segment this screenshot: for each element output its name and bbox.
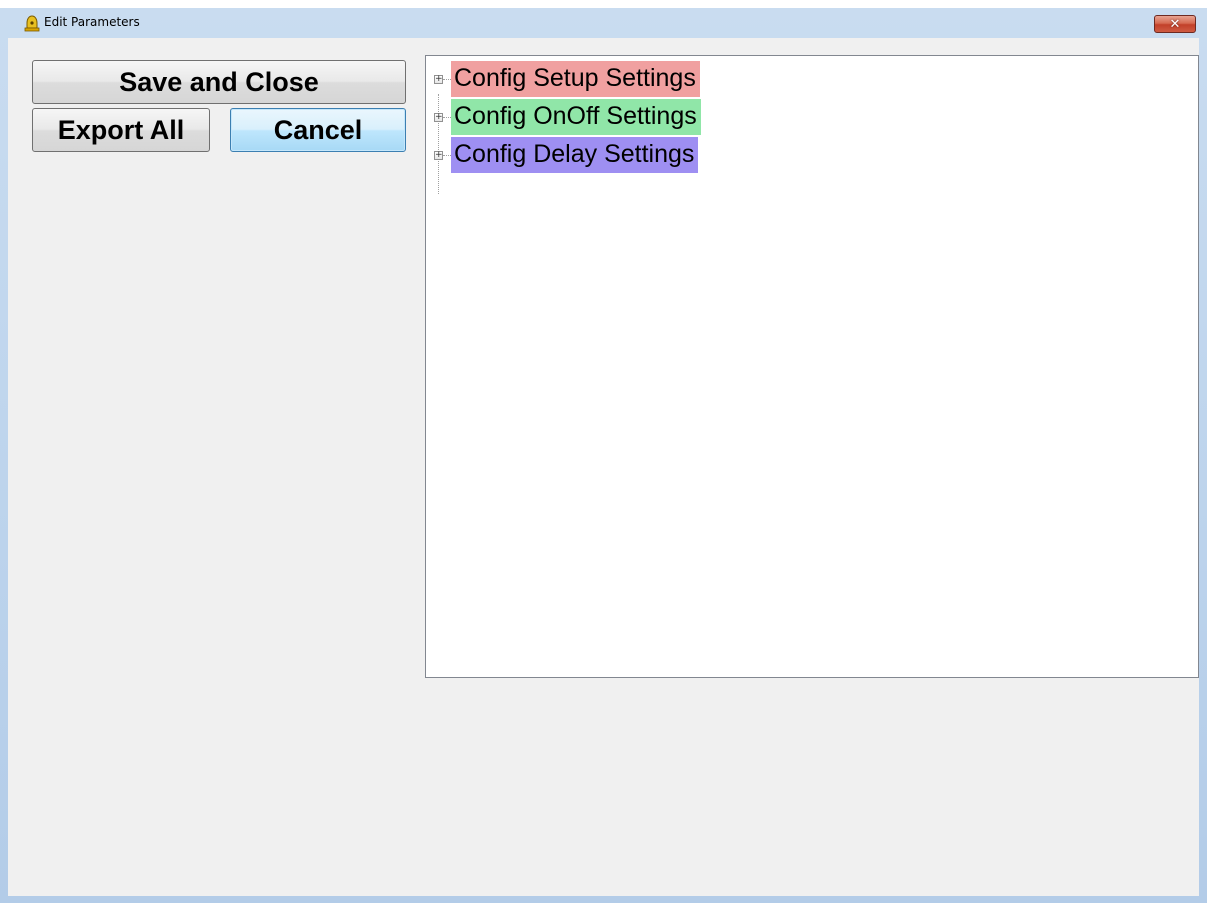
tree-node-label[interactable]: Config Delay Settings (451, 137, 699, 173)
tree-connector (443, 154, 451, 156)
export-all-button[interactable]: Export All (32, 108, 210, 152)
tree-node-label[interactable]: Config Setup Settings (451, 61, 700, 97)
window-title: Edit Parameters (44, 15, 140, 29)
bell-lock-icon (24, 14, 40, 32)
expand-plus-icon[interactable]: + (434, 150, 443, 160)
tree-connector (443, 116, 451, 118)
edit-parameters-window: Edit Parameters ✕ Save and Close Export … (0, 8, 1207, 903)
expand-plus-icon[interactable]: + (434, 74, 443, 84)
save-and-close-button[interactable]: Save and Close (32, 60, 406, 104)
tree-node-config-setup[interactable]: + Config Setup Settings (434, 60, 700, 98)
cancel-button[interactable]: Cancel (230, 108, 406, 152)
parameters-tree-view[interactable]: + Config Setup Settings + Config OnOff S… (425, 55, 1199, 678)
title-bar[interactable]: Edit Parameters ✕ (0, 8, 1207, 38)
tree-node-label[interactable]: Config OnOff Settings (451, 99, 701, 135)
tree-node-config-delay[interactable]: + Config Delay Settings (434, 136, 699, 174)
client-area: Save and Close Export All Cancel + Confi… (8, 38, 1199, 896)
close-button[interactable]: ✕ (1154, 15, 1196, 33)
expand-plus-icon[interactable]: + (434, 112, 443, 122)
tree-node-config-onoff[interactable]: + Config OnOff Settings (434, 98, 701, 136)
tree-connector (443, 78, 451, 80)
close-icon: ✕ (1169, 16, 1181, 32)
